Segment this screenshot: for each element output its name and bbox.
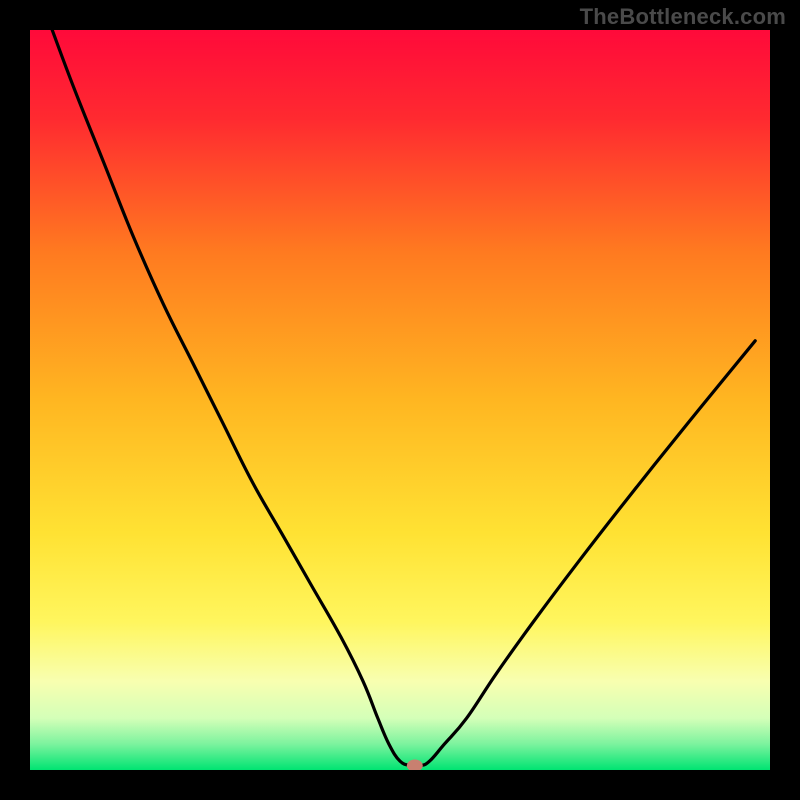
watermark-text: TheBottleneck.com bbox=[580, 4, 786, 30]
plot-background bbox=[30, 30, 770, 770]
plot-frame bbox=[30, 30, 770, 770]
gradient-rect bbox=[30, 30, 770, 770]
chart-container: TheBottleneck.com bbox=[0, 0, 800, 800]
